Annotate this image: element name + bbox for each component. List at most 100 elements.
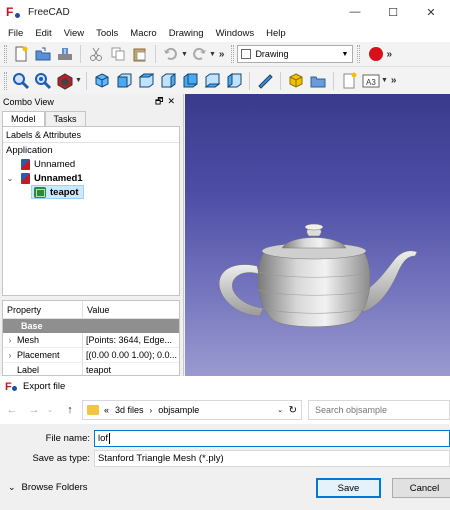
file-toolbar: ▼ ▼ » Drawing ▼ » <box>0 42 450 67</box>
tab-model[interactable]: Model <box>2 111 45 126</box>
chevron-right-icon[interactable]: › <box>3 336 17 345</box>
macro-record-icon[interactable] <box>369 47 384 61</box>
redo-icon[interactable] <box>189 44 209 64</box>
paste-icon[interactable] <box>130 44 150 64</box>
menu-drawing[interactable]: Drawing <box>163 28 210 39</box>
bottom-view-icon[interactable] <box>202 71 222 91</box>
workbench-selector[interactable]: Drawing ▼ <box>237 45 354 63</box>
maximize-button[interactable]: ☐ <box>374 0 412 24</box>
menu-view[interactable]: View <box>58 28 90 39</box>
measure-distance-icon[interactable] <box>255 71 275 91</box>
menu-tools[interactable]: Tools <box>90 28 124 39</box>
freecad-logo-icon: F <box>6 5 21 19</box>
file-name-input[interactable]: lof <box>94 429 450 447</box>
draw-style-icon[interactable] <box>55 71 75 91</box>
window-title: FreeCAD <box>28 6 70 18</box>
freecad-logo-icon: F <box>5 380 18 393</box>
breadcrumb-separator-icon[interactable]: › <box>150 406 153 415</box>
folder-icon <box>87 405 99 415</box>
breadcrumb-3d-files[interactable]: 3d files <box>115 405 144 415</box>
browse-folders-toggle[interactable]: ⌄ Browse Folders <box>8 482 88 493</box>
copy-icon[interactable] <box>108 44 128 64</box>
fit-selection-icon[interactable] <box>33 71 53 91</box>
workbench-icon <box>241 49 252 59</box>
forward-icon[interactable]: → <box>26 404 42 416</box>
file-name-row: File name: lof <box>0 429 450 447</box>
breadcrumb-objsample[interactable]: objsample <box>158 405 199 415</box>
property-name: Label <box>17 365 40 375</box>
chevron-right-icon[interactable]: › <box>3 351 17 360</box>
a3-template-icon[interactable]: A3 <box>361 71 381 91</box>
menu-macro[interactable]: Macro <box>124 28 162 39</box>
tab-tasks[interactable]: Tasks <box>44 111 86 126</box>
property-column-header[interactable]: Property <box>3 301 83 319</box>
search-input[interactable]: Search objsample <box>308 400 450 420</box>
value-column-header[interactable]: Value <box>83 305 109 315</box>
toolbar-grip[interactable] <box>4 45 7 63</box>
fit-all-icon[interactable] <box>11 71 31 91</box>
property-row[interactable]: › Mesh [Points: 3644, Edge... <box>3 332 179 348</box>
rear-view-icon[interactable] <box>180 71 200 91</box>
combo-view-title: Combo View <box>3 97 54 107</box>
undo-dropdown-icon[interactable]: ▼ <box>181 51 188 58</box>
3d-viewport[interactable] <box>185 94 450 376</box>
navigation-bar: ← → ⌄ ↑ « 3d files › objsample ⌄ ↻ Searc… <box>0 400 450 420</box>
new-document-icon[interactable] <box>11 44 31 64</box>
redo-dropdown-icon[interactable]: ▼ <box>209 51 216 58</box>
property-row[interactable]: Label teapot <box>3 362 179 375</box>
menu-edit[interactable]: Edit <box>29 28 57 39</box>
tree-item-unnamed[interactable]: Unnamed <box>3 157 179 171</box>
toolbar-grip[interactable] <box>4 71 7 90</box>
isometric-view-icon[interactable] <box>92 71 112 91</box>
path-prefix[interactable]: « <box>104 405 109 415</box>
toolbar-overflow-icon[interactable]: » <box>219 49 225 60</box>
up-folder-icon[interactable]: ↑ <box>62 404 78 416</box>
undo-icon[interactable] <box>161 44 181 64</box>
new-drawing-icon[interactable] <box>339 71 359 91</box>
dialog-footer: ⌄ Browse Folders Save Cancel <box>0 472 450 510</box>
create-part-icon[interactable] <box>286 71 306 91</box>
open-icon[interactable] <box>33 44 53 64</box>
address-dropdown-icon[interactable]: ⌄ <box>277 406 283 414</box>
toolbar-grip[interactable] <box>357 45 361 63</box>
menu-windows[interactable]: Windows <box>210 28 261 39</box>
cancel-button[interactable]: Cancel <box>392 478 450 498</box>
menu-file[interactable]: File <box>2 28 29 39</box>
chevron-down-icon[interactable]: ⌄ <box>5 174 15 183</box>
left-view-icon[interactable] <box>224 71 244 91</box>
back-icon[interactable]: ← <box>4 404 20 416</box>
selection-highlight: teapot <box>31 185 84 199</box>
tree-item-teapot[interactable]: teapot <box>3 185 179 199</box>
cut-icon[interactable] <box>86 44 106 64</box>
right-view-icon[interactable] <box>158 71 178 91</box>
address-bar[interactable]: « 3d files › objsample ⌄ ↻ <box>82 400 302 420</box>
chevron-down-icon: ▼ <box>341 50 349 58</box>
toolbar-overflow-icon[interactable]: » <box>391 75 397 86</box>
property-group-base[interactable]: Base <box>3 319 179 333</box>
save-as-type-row: Save as type: Stanford Triangle Mesh (*.… <box>0 449 450 467</box>
tree-item-unnamed1[interactable]: ⌄ Unnamed1 <box>3 171 179 185</box>
front-view-icon[interactable] <box>114 71 134 91</box>
dock-controls-icon[interactable]: 🗗✕ <box>155 94 179 110</box>
toolbar-overflow-icon[interactable]: » <box>386 49 392 60</box>
save-icon[interactable] <box>55 44 75 64</box>
document-icon <box>21 172 30 184</box>
minimize-button[interactable]: — <box>336 0 374 24</box>
save-button[interactable]: Save <box>316 478 381 498</box>
toolbar-grip[interactable] <box>231 45 235 63</box>
create-group-icon[interactable] <box>308 71 328 91</box>
menu-help[interactable]: Help <box>260 28 292 39</box>
recent-locations-icon[interactable]: ⌄ <box>42 406 58 414</box>
draw-style-dropdown-icon[interactable]: ▼ <box>75 77 82 84</box>
template-dropdown-icon[interactable]: ▼ <box>381 77 388 84</box>
file-name-label: File name: <box>45 432 90 444</box>
property-view: Property Value Base › Mesh [Points: 3644,… <box>2 300 180 376</box>
save-as-type-select[interactable]: Stanford Triangle Mesh (*.ply) <box>94 449 450 467</box>
dialog-title: Export file <box>23 380 66 392</box>
refresh-icon[interactable]: ↻ <box>289 405 297 416</box>
tree-item-label: Unnamed <box>34 158 76 170</box>
property-name: Mesh <box>17 335 40 345</box>
top-view-icon[interactable] <box>136 71 156 91</box>
property-row[interactable]: › Placement [(0.00 0.00 1.00); 0.0... <box>3 347 179 363</box>
close-button[interactable]: ✕ <box>412 0 450 24</box>
